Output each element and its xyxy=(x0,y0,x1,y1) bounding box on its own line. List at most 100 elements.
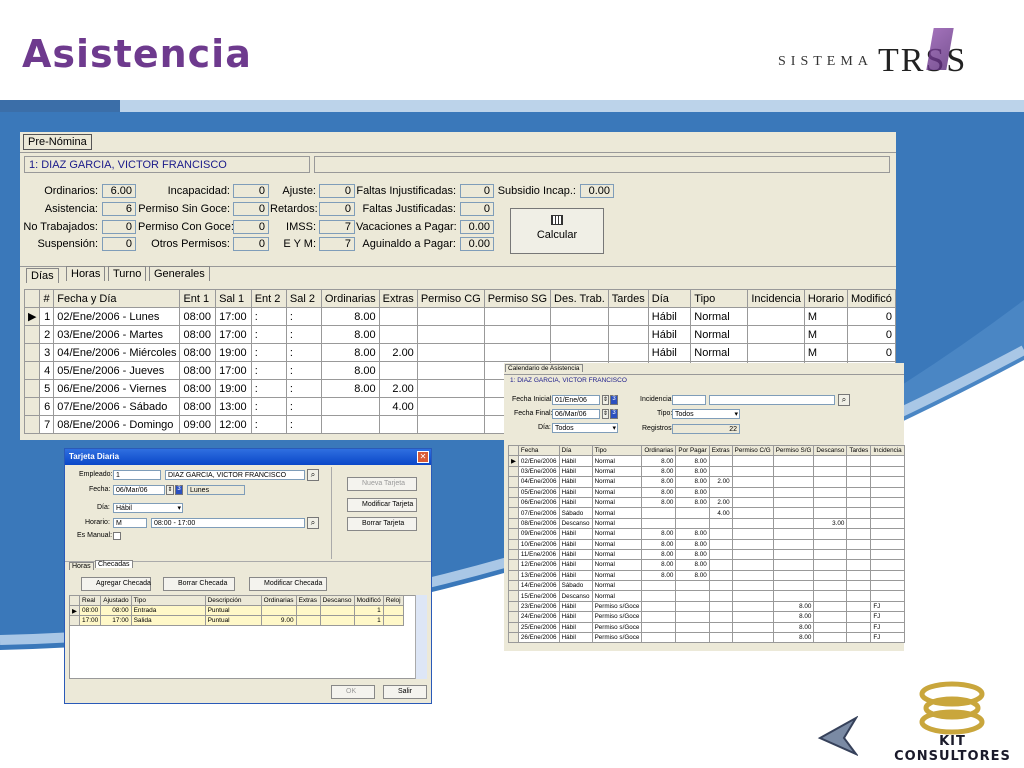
field-subsidio[interactable]: 0.00 xyxy=(580,184,614,198)
agregar-checada-button[interactable]: Agregar Checada xyxy=(81,577,151,591)
salir-button[interactable]: Salir xyxy=(383,685,427,699)
ok-button[interactable]: OK xyxy=(331,685,375,699)
calcular-button[interactable]: Calcular xyxy=(510,208,604,254)
table-row[interactable]: 24/Ene/2006 Hábil Permiso s/Goce 8.00 FJ xyxy=(508,611,905,623)
tipo-select[interactable]: Todos ▾ xyxy=(672,409,740,419)
field-permiso-con-goce[interactable]: 0 xyxy=(233,220,269,234)
field-suspension[interactable]: 0 xyxy=(102,237,136,251)
empleado-name-field[interactable]: DIAZ GARCIA, VICTOR FRANCISCO xyxy=(165,470,305,480)
field-aguinaldo[interactable]: 0.00 xyxy=(460,237,494,251)
checadas-table[interactable]: Real Ajustado Tipo Descripción Ordinarias Ext… xyxy=(69,595,404,626)
table-row[interactable]: ▶ 08:00 08:00 Entrada Puntual 1 xyxy=(69,605,404,616)
dia-select[interactable]: Todos ▾ xyxy=(552,423,618,433)
field-faltas-injustificadas[interactable]: 0 xyxy=(460,184,494,198)
column-header[interactable]: Ent 2 xyxy=(250,289,287,308)
es-manual-checkbox[interactable] xyxy=(113,532,121,540)
search-icon[interactable]: ⌕ xyxy=(307,469,319,481)
table-row[interactable]: 12/Ene/2006 Hábil Normal 8.00 8.00 xyxy=(508,559,905,571)
table-row[interactable]: ▶ 1 02/Ene/2006 - Lunes 08:00 17:00::8.00 Háb… xyxy=(23,307,897,326)
column-header[interactable]: Permiso C/G xyxy=(731,444,774,457)
borrar-checada-button[interactable]: Borrar Checada xyxy=(163,577,235,591)
table-row[interactable]: 2 03/Ene/2006 - Martes 08:00 17:00::8.00 Háb… xyxy=(23,325,897,344)
table-row[interactable]: 14/Ene/2006 Sábado Normal xyxy=(508,580,905,592)
column-header[interactable]: Tipo xyxy=(130,595,206,606)
tab-dias[interactable]: Días xyxy=(26,268,59,283)
table-row[interactable]: 3 04/Ene/2006 - Miércoles 08:00 19:00::8.00… xyxy=(23,343,897,362)
field-permiso-sin-goce[interactable]: 0 xyxy=(233,202,269,216)
column-header[interactable]: Por Pagar xyxy=(675,444,710,457)
column-header[interactable]: Ordinarias xyxy=(641,444,677,457)
table-row[interactable]: 13/Ene/2006 Hábil Normal 8.00 8.00 xyxy=(508,569,905,582)
column-header[interactable]: Permiso S/G xyxy=(772,444,815,457)
spinner-icon[interactable]: ⇕ xyxy=(166,485,174,495)
column-header[interactable]: Extras xyxy=(708,444,733,457)
tab-horas[interactable]: Horas xyxy=(66,266,106,281)
table-row[interactable]: 06/Ene/2006 Hábil Normal 8.00 8.00 2.00 xyxy=(508,496,905,509)
table-row[interactable]: 15/Ene/2006 Descanso Normal xyxy=(508,590,905,602)
incidencia-code-field[interactable] xyxy=(672,395,706,405)
column-header[interactable]: Descanso xyxy=(319,595,355,606)
column-header[interactable]: Tipo xyxy=(690,289,749,308)
calendario-table[interactable]: Fecha Día Tipo Ordinarias Por Pagar Extras Per… xyxy=(508,444,905,644)
table-row[interactable]: 26/Ene/2006 Hábil Permiso s/Goce 8.00 FJ xyxy=(508,632,905,644)
table-row[interactable]: ▶ 02/Ene/2006 Hábil Normal 8.00 8.00 xyxy=(508,455,905,467)
tab-calendario[interactable]: Calendario de Asistencia xyxy=(505,364,583,372)
field-asistencia[interactable]: 6 xyxy=(102,202,136,216)
field-no-trabajados[interactable]: 0 xyxy=(102,220,136,234)
column-header[interactable]: Modificó xyxy=(846,289,897,308)
field-retardos[interactable]: 0 xyxy=(319,202,355,216)
column-header[interactable]: Incidencia xyxy=(747,289,805,308)
field-incapacidad[interactable]: 0 xyxy=(233,184,269,198)
field-ordinarios[interactable]: 6.00 xyxy=(102,184,136,198)
column-header[interactable]: Ordinarias xyxy=(320,289,380,308)
column-header[interactable]: Descanso xyxy=(813,444,848,457)
column-header[interactable]: Extras xyxy=(378,289,418,308)
column-header[interactable]: Permiso CG xyxy=(416,289,485,308)
table-row[interactable]: 07/Ene/2006 Sábado Normal 4.00 xyxy=(508,507,905,519)
modificar-tarjeta-button[interactable]: Modificar Tarjeta xyxy=(347,498,417,512)
table-row[interactable]: 04/Ene/2006 Hábil Normal 8.00 8.00 2.00 xyxy=(508,476,905,488)
field-vacaciones[interactable]: 0.00 xyxy=(460,220,494,234)
column-header[interactable]: Modificó xyxy=(353,595,384,606)
table-row[interactable]: 25/Ene/2006 Hábil Permiso s/Goce 8.00 FJ xyxy=(508,621,905,634)
column-header[interactable]: Fecha y Día xyxy=(53,289,181,308)
column-header[interactable]: Permiso SG xyxy=(483,289,552,308)
spinner-icon[interactable]: ⇕ xyxy=(602,395,609,405)
field-eym[interactable]: 7 xyxy=(319,237,355,251)
fecha-field[interactable]: 06/Mar/06 xyxy=(113,485,165,495)
table-row[interactable]: 09/Ene/2006 Hábil Normal 8.00 8.00 xyxy=(508,528,905,540)
column-header[interactable]: Sal 2 xyxy=(285,289,322,308)
table-row[interactable]: 11/Ene/2006 Hábil Normal 8.00 8.00 xyxy=(508,548,905,561)
nueva-tarjeta-button[interactable]: Nueva Tarjeta xyxy=(347,477,417,491)
column-header[interactable]: # xyxy=(39,289,55,308)
tab-prenomina[interactable]: Pre-Nómina xyxy=(23,134,92,150)
column-header[interactable]: Día xyxy=(647,289,692,308)
spinner-icon[interactable]: ⇕ xyxy=(602,409,609,419)
column-header[interactable]: Real xyxy=(78,595,102,606)
tab-checadas[interactable]: Checadas xyxy=(95,560,133,568)
column-header[interactable]: Ajustado xyxy=(100,595,132,606)
table-row[interactable]: 23/Ene/2006 Hábil Permiso s/Goce 8.00 FJ xyxy=(508,600,905,613)
column-header[interactable]: Día xyxy=(558,444,593,457)
search-icon[interactable]: ⌕ xyxy=(838,394,850,406)
field-otros-permisos[interactable]: 0 xyxy=(233,237,269,251)
column-header[interactable]: Ordinarias xyxy=(260,595,297,606)
column-header[interactable]: Reloj xyxy=(382,595,404,606)
table-row[interactable]: 03/Ene/2006 Hábil Normal 8.00 8.00 xyxy=(508,465,905,478)
tab-generales[interactable]: Generales xyxy=(149,266,210,281)
column-header[interactable]: Horario xyxy=(803,289,848,308)
column-header[interactable]: Tardes xyxy=(607,289,649,308)
column-header[interactable]: Fecha xyxy=(517,444,560,457)
column-header[interactable]: Incidencia xyxy=(870,444,905,457)
column-header[interactable]: Ent 1 xyxy=(179,289,217,308)
table-row[interactable]: 10/Ene/2006 Hábil Normal 8.00 8.00 xyxy=(508,538,905,550)
calendar-icon[interactable]: 3 xyxy=(175,485,183,495)
incidencia-field[interactable] xyxy=(709,395,835,405)
borrar-tarjeta-button[interactable]: Borrar Tarjeta xyxy=(347,517,417,531)
calendar-icon[interactable]: 3 xyxy=(610,395,618,405)
column-header[interactable]: Sal 1 xyxy=(215,289,252,308)
calendar-icon[interactable]: 3 xyxy=(610,409,618,419)
column-header[interactable]: Extras xyxy=(295,595,321,606)
fecha-inicial-field[interactable]: 01/Ene/06 xyxy=(552,395,600,405)
tab-turno[interactable]: Turno xyxy=(108,266,147,281)
